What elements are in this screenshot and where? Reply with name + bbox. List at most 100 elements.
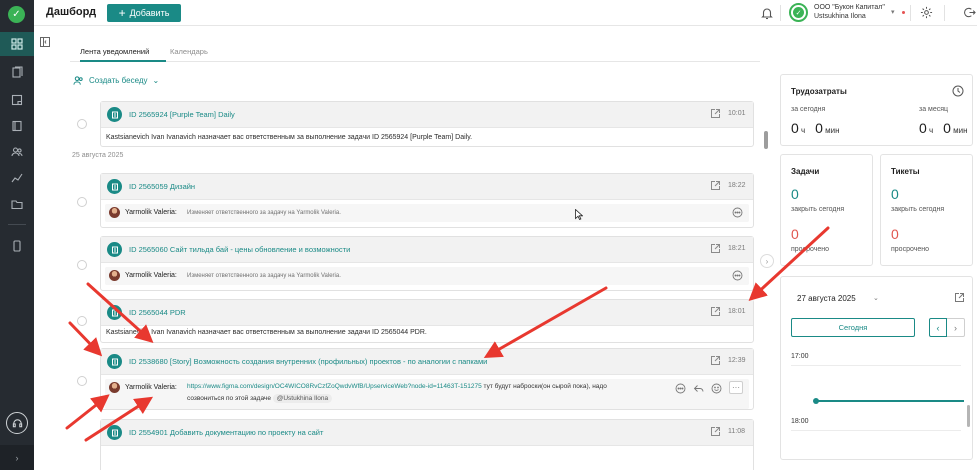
task-icon: [107, 354, 122, 369]
prev-day-button[interactable]: ‹: [929, 318, 947, 337]
tickets-panel[interactable]: Тикеты 0 закрыть сегодня 0 просрочено: [880, 154, 973, 266]
tab-bar: Лента уведомлений Календарь: [70, 42, 760, 62]
read-radio[interactable]: [77, 376, 87, 386]
open-external-icon[interactable]: [710, 180, 721, 191]
card-text: Kastsianevich Ivan Ivanavich назначает в…: [106, 329, 427, 336]
read-radio[interactable]: [77, 260, 87, 270]
hour-line: [791, 365, 961, 366]
tickets-overdue-value[interactable]: 0: [891, 226, 899, 242]
dashboard-icon[interactable]: [0, 32, 34, 56]
card-time: 11:08: [728, 428, 745, 435]
chevron-down-icon: ⌄: [152, 76, 160, 85]
task-title-link[interactable]: ID 2554901 Добавить документацию по прое…: [129, 428, 323, 437]
task-icon: [107, 425, 122, 440]
comment-bubble-icon[interactable]: [732, 207, 743, 218]
open-external-icon[interactable]: [710, 243, 721, 254]
user-mention[interactable]: @Ustukhina Ilona: [272, 394, 333, 403]
chevron-down-icon[interactable]: ⌄: [873, 294, 879, 302]
tasks-panel[interactable]: Задачи 0 закрыть сегодня 0 просрочено: [780, 154, 873, 266]
add-button-label: Добавить: [129, 8, 170, 18]
notes-icon[interactable]: [0, 88, 34, 112]
minutes-unit: мин: [953, 126, 968, 135]
feed-scrollbar[interactable]: [764, 131, 768, 149]
tasks-icon[interactable]: [0, 60, 34, 84]
notification-card[interactable]: ID 2554901 Добавить документацию по прое…: [100, 419, 754, 470]
expand-rail-icon[interactable]: ›: [0, 445, 34, 470]
create-chat-button[interactable]: Создать беседу ⌄: [73, 75, 159, 86]
read-radio[interactable]: [77, 119, 87, 129]
book-icon[interactable]: [0, 114, 34, 138]
tickets-close-today-value[interactable]: 0: [891, 186, 899, 202]
comment-bubble-icon[interactable]: [675, 383, 686, 394]
time-panel-title: Трудозатраты: [791, 87, 847, 96]
month-minutes-value: 0: [943, 120, 951, 136]
plus-icon: +: [118, 6, 126, 20]
task-title-link[interactable]: ID 2565924 [Purple Team] Daily: [129, 110, 235, 119]
chevron-right-icon[interactable]: ›: [760, 254, 774, 268]
check-icon: ✓: [793, 7, 804, 18]
reply-icon[interactable]: [693, 383, 704, 394]
people-icon[interactable]: [0, 140, 34, 164]
tasks-close-today-value[interactable]: 0: [791, 186, 799, 202]
task-title-link[interactable]: ID 2538680 [Story] Возможность создания …: [129, 357, 487, 366]
open-external-icon[interactable]: [710, 355, 721, 366]
task-title-link[interactable]: ID 2565044 PDR: [129, 308, 186, 317]
notification-card[interactable]: ID 2565924 [Purple Team] Daily 10:01 Kas…: [100, 101, 754, 147]
folder-icon[interactable]: [0, 192, 34, 216]
tab-notifications[interactable]: Лента уведомлений: [80, 47, 149, 56]
add-button[interactable]: + Добавить: [107, 4, 181, 22]
open-external-icon[interactable]: [710, 306, 721, 317]
card-header: ID 2565044 PDR 18:01: [101, 300, 753, 326]
analytics-icon[interactable]: [0, 166, 34, 190]
gear-icon[interactable]: [920, 6, 933, 19]
task-title-link[interactable]: ID 2565059 Дизайн: [129, 182, 195, 191]
bell-icon[interactable]: [760, 6, 774, 20]
hour-label: 18:00: [791, 418, 809, 425]
task-title-link[interactable]: ID 2565060 Сайт тильда бай - цены обновл…: [129, 245, 350, 254]
notification-card[interactable]: ID 2538680 [Story] Возможность создания …: [100, 348, 754, 410]
tasks-overdue-value[interactable]: 0: [791, 226, 799, 242]
chevron-down-icon[interactable]: ▾: [891, 8, 895, 16]
tasks-title: Задачи: [791, 167, 820, 176]
avatar: [109, 382, 120, 393]
org-avatar[interactable]: ✓: [789, 3, 808, 22]
user-name[interactable]: Ustsukhina Ilona: [814, 13, 866, 20]
calendar-date[interactable]: 27 августа 2025: [797, 294, 856, 303]
rail-divider: [8, 224, 26, 225]
comment-bubble-icon[interactable]: [732, 270, 743, 281]
figma-link[interactable]: https://www.figma.com/design/OC4WICO8RvC…: [187, 383, 482, 390]
read-radio[interactable]: [77, 197, 87, 207]
tickets-overdue-label: просрочено: [891, 246, 930, 253]
open-external-icon[interactable]: [710, 426, 721, 437]
calendar-scrollbar[interactable]: [967, 405, 970, 427]
logout-icon[interactable]: [963, 6, 976, 19]
clock-icon[interactable]: [952, 85, 964, 97]
open-external-icon[interactable]: [710, 108, 721, 119]
comment-text: Изменяет ответственного за задачу на Yar…: [187, 272, 341, 279]
today-hours-value: 0: [791, 120, 799, 136]
notification-card[interactable]: ID 2565044 PDR 18:01 Kastsianevich Ivan …: [100, 299, 754, 343]
comment-author: Yarmolik Valeria:: [125, 384, 177, 391]
current-time-line: [816, 400, 964, 402]
today-button[interactable]: Сегодня: [791, 318, 915, 337]
support-headset-icon[interactable]: [6, 412, 28, 434]
emoji-icon[interactable]: [711, 383, 722, 394]
tab-calendar[interactable]: Календарь: [170, 47, 208, 56]
collapse-panel-icon[interactable]: [40, 37, 50, 47]
mobile-icon[interactable]: [0, 234, 34, 258]
more-options-icon[interactable]: ···: [729, 381, 743, 394]
card-time: 18:01: [728, 308, 746, 315]
notification-card[interactable]: ID 2565060 Сайт тильда бай - цены обновл…: [100, 236, 754, 291]
hour-label: 17:00: [791, 353, 809, 360]
notification-card[interactable]: ID 2565059 Дизайн 18:22 Yarmolik Valeria…: [100, 173, 754, 228]
read-radio[interactable]: [77, 316, 87, 326]
minutes-unit: мин: [825, 126, 840, 135]
users-icon: [73, 76, 83, 85]
open-external-icon[interactable]: [954, 292, 965, 303]
org-name[interactable]: ООО "Букон Капитал": [814, 4, 885, 11]
hours-unit: ч: [929, 126, 934, 135]
app-logo-icon[interactable]: ✓: [8, 6, 25, 23]
avatar: [109, 207, 120, 218]
next-day-button[interactable]: ›: [947, 318, 965, 337]
task-icon: [107, 242, 122, 257]
